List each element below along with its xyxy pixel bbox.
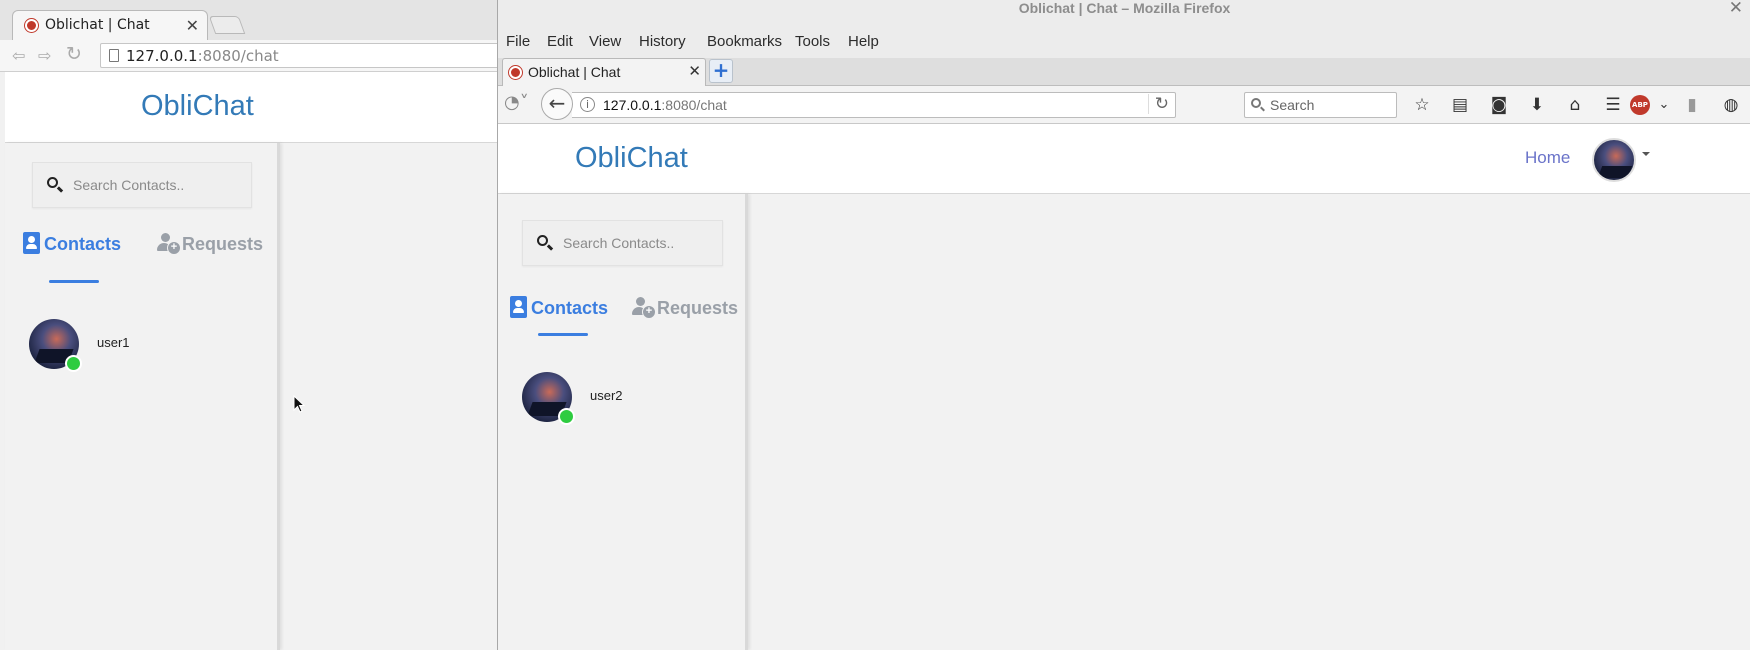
menu-bar: File Edit View History Bookmarks Tools H… [498, 28, 1750, 58]
menu-tools[interactable]: Tools [795, 33, 830, 50]
add-user-icon [157, 232, 181, 255]
oblichat-favicon-icon [509, 66, 522, 79]
left-url-text: 127.0.0.1:8080/chat [126, 47, 279, 65]
tab-contacts[interactable]: Contacts [23, 232, 121, 255]
nav-home-link[interactable]: Home [1525, 148, 1570, 168]
reload-icon[interactable]: ↻ [66, 43, 82, 65]
chevron-down-icon[interactable]: ⌄ [1653, 94, 1675, 116]
new-tab-button[interactable] [208, 16, 246, 34]
history-dropdown-icon[interactable]: ◔˅ [504, 92, 536, 118]
contact-name: user2 [590, 388, 623, 403]
adblock-icon[interactable]: ABP [1630, 95, 1650, 115]
left-browser-tab[interactable]: Oblichat | Chat ✕ [12, 10, 208, 40]
online-status-dot [558, 408, 575, 425]
firefox-tab-title: Oblichat | Chat [528, 64, 621, 80]
firefox-url-text: 127.0.0.1:8080/chat [603, 97, 727, 113]
extension-icon[interactable]: ▮ [1681, 94, 1703, 116]
url-host: 127.0.0.1 [603, 97, 662, 113]
clipboard-icon[interactable]: ▤ [1449, 94, 1471, 116]
left-browser-window: Oblichat | Chat ✕ ⇦ ⇨ ↻ 127.0.0.1:8080/c… [0, 0, 499, 650]
address-book-icon [510, 296, 527, 318]
firefox-tab[interactable]: Oblichat | Chat ✕ [502, 58, 706, 86]
oblichat-favicon-icon [25, 19, 38, 32]
left-chat-page: ObliChat Search Contacts.. Contacts Requ… [5, 72, 498, 650]
online-status-dot [65, 355, 82, 372]
window-titlebar: Oblichat | Chat – Mozilla Firefox ✕ [498, 0, 1750, 28]
left-navbar: ObliChat [5, 72, 498, 143]
hamburger-menu-icon[interactable]: ☰ [1602, 94, 1624, 116]
contact-item[interactable]: user1 [29, 319, 269, 375]
download-icon[interactable]: ⬇ [1526, 94, 1548, 116]
firefox-window: Oblichat | Chat – Mozilla Firefox ✕ File… [497, 0, 1750, 650]
active-tab-indicator [538, 333, 588, 336]
tab-contacts[interactable]: Contacts [510, 296, 608, 319]
url-host: 127.0.0.1 [126, 47, 198, 65]
forward-arrow-icon[interactable]: ⇨ [38, 46, 51, 65]
search-placeholder: Search Contacts.. [73, 177, 185, 193]
firefox-address-bar[interactable]: i 127.0.0.1:8080/chat ↻ [572, 92, 1176, 118]
search-icon [47, 177, 58, 188]
firefox-search-placeholder: Search [1270, 97, 1315, 113]
window-close-icon[interactable]: ✕ [1729, 0, 1743, 18]
menu-file[interactable]: File [506, 33, 530, 50]
firefox-tab-strip: Oblichat | Chat ✕ + [498, 58, 1750, 86]
search-contacts-input[interactable]: Search Contacts.. [32, 162, 252, 208]
right-chat-page: ObliChat Home Search Contacts.. Contacts… [498, 124, 1750, 650]
left-contacts-sidebar: Search Contacts.. Contacts Requests user… [5, 143, 280, 650]
left-tab-strip: Oblichat | Chat ✕ [0, 0, 498, 42]
left-toolbar: ⇦ ⇨ ↻ 127.0.0.1:8080/chat [0, 40, 498, 72]
firefox-nav-bar: ◔˅ i 127.0.0.1:8080/chat ↻ ← Search ☆ ▤ … [498, 86, 1750, 124]
close-tab-icon[interactable]: ✕ [186, 16, 199, 35]
url-path: :8080/chat [197, 47, 279, 65]
menu-view[interactable]: View [589, 33, 621, 50]
search-icon [537, 235, 548, 246]
left-tab-title: Oblichat | Chat [45, 17, 150, 33]
menu-bookmarks[interactable]: Bookmarks [707, 33, 782, 50]
tab-requests[interactable]: Requests [632, 296, 738, 319]
star-icon[interactable]: ☆ [1411, 94, 1433, 116]
user-avatar[interactable] [1592, 138, 1636, 182]
menu-help[interactable]: Help [848, 33, 879, 50]
close-tab-icon[interactable]: ✕ [688, 62, 701, 80]
url-path: :8080/chat [661, 97, 727, 113]
pocket-icon[interactable]: ◙ [1488, 94, 1510, 116]
back-arrow-icon[interactable]: ⇦ [12, 46, 25, 65]
firefox-search-input[interactable]: Search [1244, 92, 1397, 118]
search-placeholder: Search Contacts.. [563, 235, 675, 251]
caret-down-icon[interactable] [1642, 152, 1650, 156]
contact-name: user1 [97, 335, 130, 350]
window-title: Oblichat | Chat – Mozilla Firefox [1018, 0, 1231, 16]
page-icon [109, 49, 119, 62]
search-icon [1251, 98, 1261, 108]
menu-edit[interactable]: Edit [547, 33, 573, 50]
globe-icon[interactable]: ◍ [1720, 94, 1742, 116]
new-tab-button[interactable]: + [709, 59, 733, 83]
brand-logo[interactable]: ObliChat [575, 142, 688, 175]
add-user-icon [632, 296, 656, 319]
left-address-bar[interactable]: 127.0.0.1:8080/chat [100, 43, 498, 68]
contact-item[interactable]: user2 [522, 372, 762, 428]
home-icon[interactable]: ⌂ [1564, 94, 1586, 116]
right-navbar: ObliChat Home [498, 124, 1750, 194]
site-info-icon[interactable]: i [580, 97, 595, 112]
tab-requests-label: Requests [657, 298, 739, 318]
tab-requests-label: Requests [182, 234, 264, 254]
active-tab-indicator [49, 280, 99, 283]
reload-icon[interactable]: ↻ [1147, 94, 1169, 114]
address-book-icon [23, 232, 40, 254]
tab-requests[interactable]: Requests [157, 232, 263, 255]
menu-history[interactable]: History [639, 33, 686, 50]
search-contacts-input[interactable]: Search Contacts.. [522, 220, 723, 266]
back-arrow-icon[interactable]: ← [541, 88, 573, 120]
tab-contacts-label: Contacts [44, 234, 122, 254]
right-contacts-sidebar: Search Contacts.. Contacts Requests user… [498, 194, 748, 650]
brand-logo[interactable]: ObliChat [141, 90, 254, 123]
tab-contacts-label: Contacts [531, 298, 609, 318]
mouse-cursor-icon [293, 395, 306, 413]
